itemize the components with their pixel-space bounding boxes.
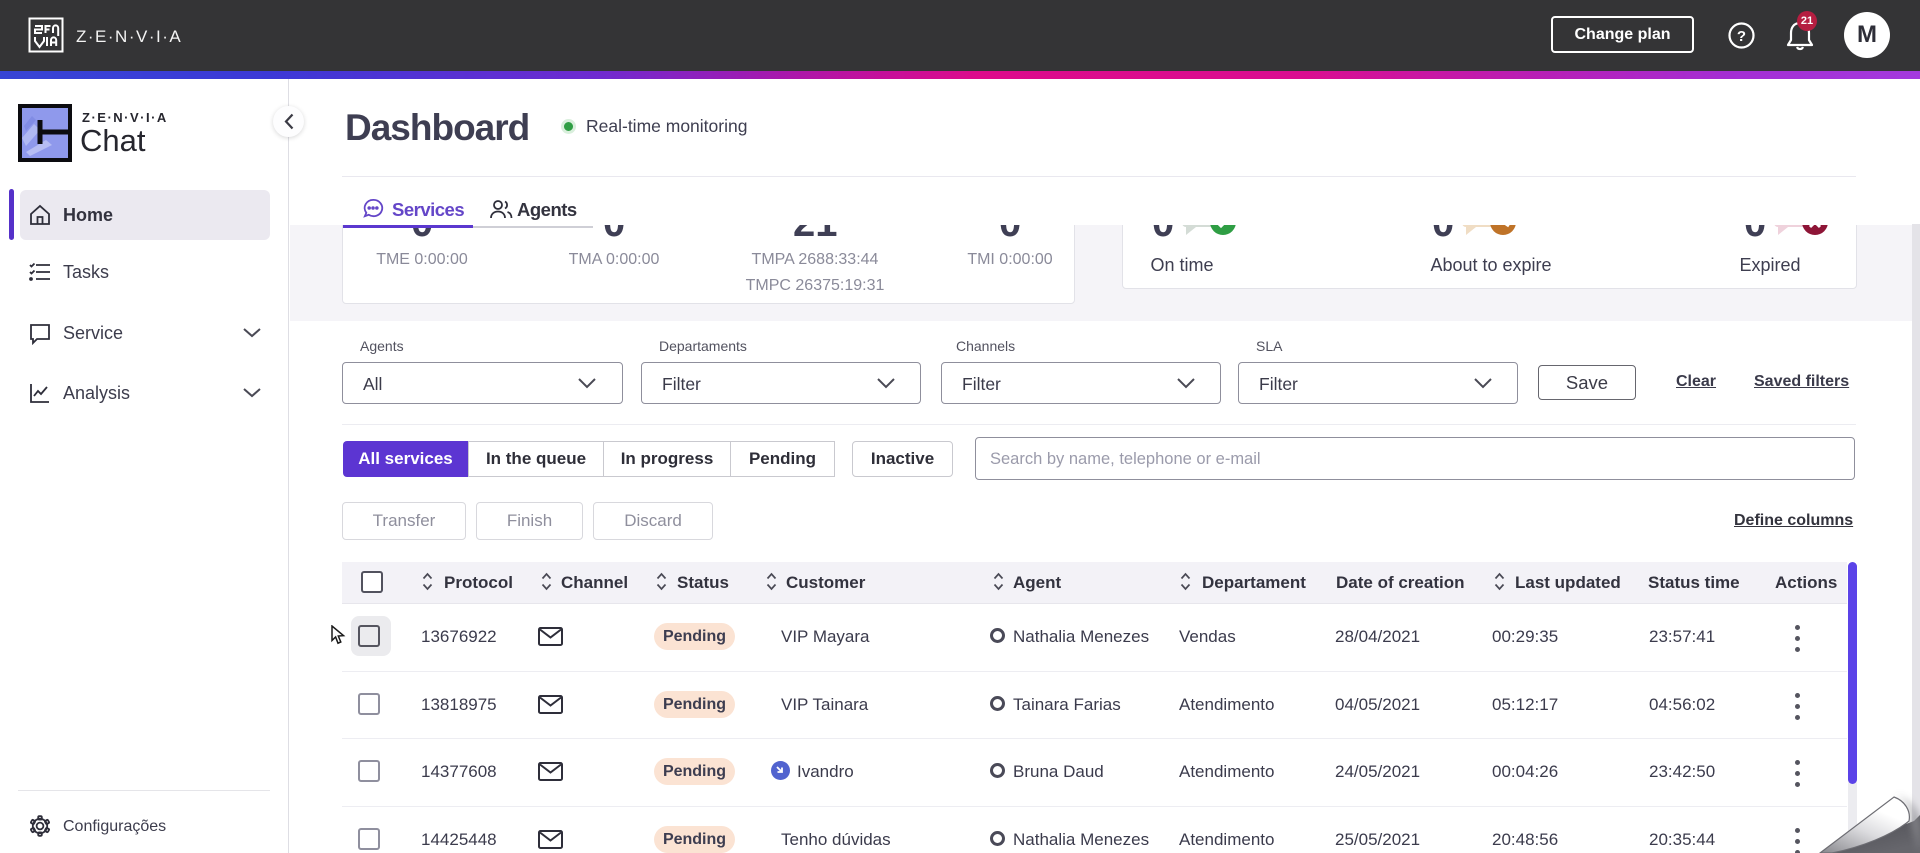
svg-text:?: ? [1737,28,1746,45]
